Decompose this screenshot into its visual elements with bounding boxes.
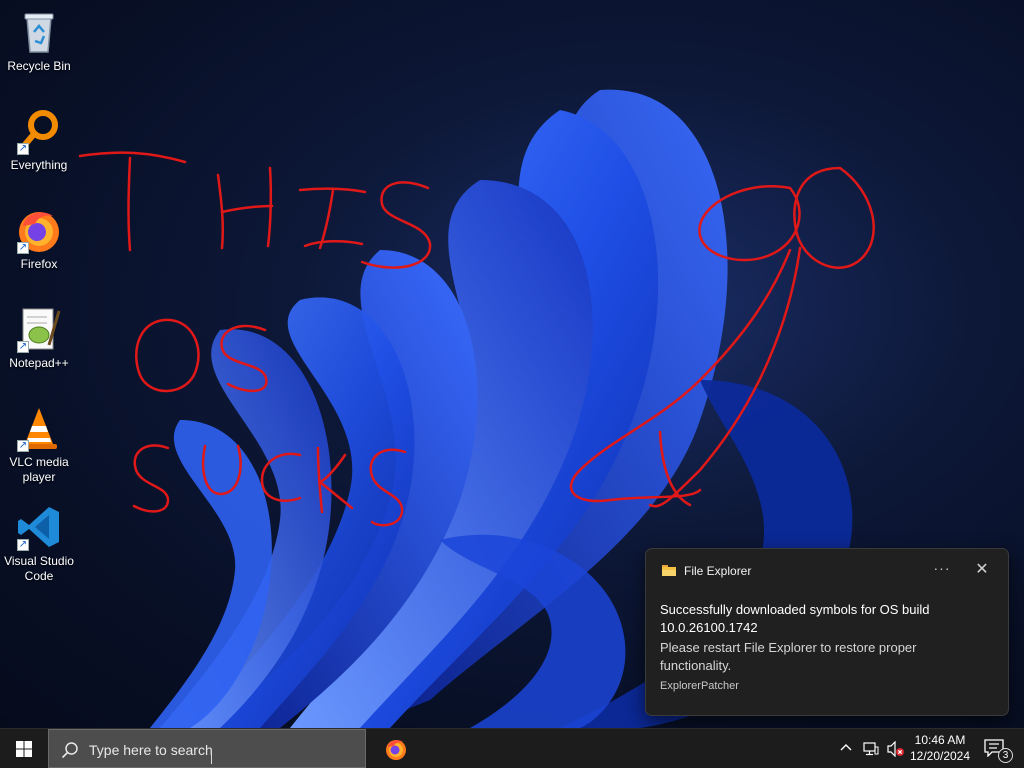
notification-app-name: File Explorer <box>684 564 752 578</box>
notification-body: Please restart File Explorer to restore … <box>660 640 917 673</box>
recycle-bin-icon <box>15 8 63 56</box>
desktop-icon-recycle-bin[interactable]: Recycle Bin <box>2 8 76 74</box>
shortcut-arrow-icon: ↗ <box>17 440 29 452</box>
desktop-icon-everything[interactable]: ↗ Everything <box>2 107 76 173</box>
text-cursor <box>211 755 212 764</box>
taskbar: Type here to search 10:46 AM 12/20/2024 … <box>0 728 1024 768</box>
shortcut-arrow-icon: ↗ <box>17 341 29 353</box>
notification-title: Successfully downloaded symbols for OS b… <box>660 602 930 635</box>
file-explorer-icon <box>662 565 676 576</box>
desktop-icon-label: Recycle Bin <box>7 59 71 73</box>
notification-attribution: ExplorerPatcher <box>660 680 739 692</box>
start-button[interactable] <box>0 729 48 769</box>
desktop-icon-label: Notepad++ <box>9 356 69 370</box>
shortcut-arrow-icon: ↗ <box>17 143 29 155</box>
desktop-icon-label: Everything <box>10 158 68 172</box>
notification-count-badge: 3 <box>998 748 1013 763</box>
network-status-button[interactable] <box>860 729 882 769</box>
search-placeholder: Type here to search <box>89 742 213 758</box>
desktop-icon-notepad-plus-plus[interactable]: ↗ Notepad++ <box>2 305 76 371</box>
firefox-icon: ↗ <box>15 206 63 254</box>
taskbar-clock[interactable]: 10:46 AM 12/20/2024 <box>906 732 974 764</box>
desktop-icon-vlc[interactable]: ↗ VLC media player <box>2 404 76 485</box>
volume-muted-icon <box>887 741 904 757</box>
desktop[interactable]: Recycle Bin ↗ Everything ↗ Firefox ↗ Not… <box>0 0 1024 728</box>
clock-date: 12/20/2024 <box>909 749 971 763</box>
vlc-icon: ↗ <box>15 404 63 452</box>
notepad-plus-plus-icon: ↗ <box>15 305 63 353</box>
clock-time: 10:46 AM <box>914 733 966 747</box>
volume-button[interactable] <box>884 729 906 769</box>
desktop-icon-label: Firefox <box>20 257 58 271</box>
desktop-icon-vscode[interactable]: ↗ Visual Studio Code <box>2 503 76 584</box>
desktop-icon-firefox[interactable]: ↗ Firefox <box>2 206 76 272</box>
everything-search-icon: ↗ <box>15 107 63 155</box>
notification-more-button[interactable]: ··· <box>930 559 954 581</box>
vscode-icon: ↗ <box>15 503 63 551</box>
notification-close-button[interactable]: ✕ <box>970 559 994 581</box>
search-icon <box>61 742 78 759</box>
desktop-icon-label: VLC media player <box>9 455 69 484</box>
shortcut-arrow-icon: ↗ <box>17 539 29 551</box>
desktop-icon-label: Visual Studio Code <box>4 554 74 583</box>
shortcut-arrow-icon: ↗ <box>17 242 29 254</box>
firefox-icon <box>386 740 406 760</box>
toast-notification[interactable]: File Explorer ··· ✕ Successfully downloa… <box>645 548 1009 716</box>
taskbar-search-box[interactable]: Type here to search <box>48 729 366 768</box>
windows-logo-icon <box>16 741 32 757</box>
taskbar-app-firefox[interactable] <box>376 729 416 769</box>
chevron-up-icon <box>840 744 852 751</box>
network-icon <box>863 742 879 756</box>
show-hidden-icons-button[interactable] <box>836 729 858 769</box>
notification-center-button[interactable]: 3 <box>978 729 1018 769</box>
